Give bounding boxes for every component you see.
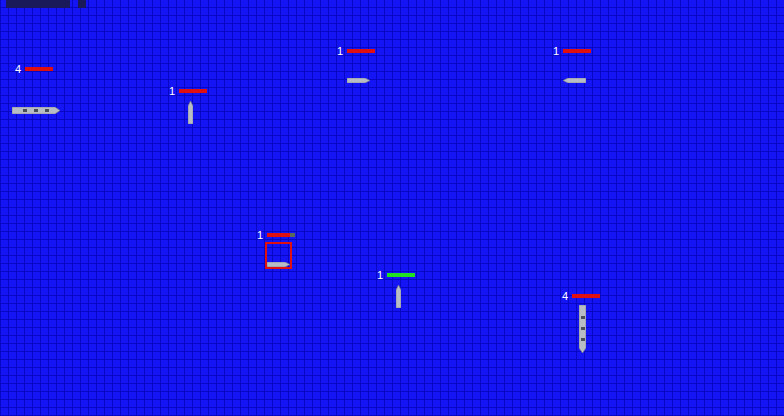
unit-status: 4: [562, 290, 600, 302]
health-bar: [267, 233, 295, 237]
unit-count: 1: [169, 85, 175, 97]
unit-status: 1: [553, 45, 591, 57]
unit-status: 4: [15, 63, 53, 75]
destroyer-icon[interactable]: [563, 68, 586, 92]
health-fill: [387, 273, 415, 277]
selection-box: [265, 242, 292, 269]
health-bar: [347, 49, 375, 53]
unit-count: 1: [337, 45, 343, 57]
health-bar: [387, 273, 415, 277]
unit-status: 1: [377, 269, 415, 281]
health-fill: [572, 294, 600, 298]
sea-map[interactable]: 4 1 1 1 1 1 4: [0, 0, 784, 416]
unit-count: 1: [553, 45, 559, 57]
unit-count: 1: [257, 229, 263, 241]
unit-status: 1: [169, 85, 207, 97]
cruiser-icon[interactable]: [12, 98, 60, 122]
destroyer-icon[interactable]: [396, 284, 401, 308]
health-bar: [25, 67, 53, 71]
cruiser-icon[interactable]: [579, 305, 586, 353]
health-fill: [563, 49, 591, 53]
unit-status: 1: [337, 45, 375, 57]
unit-count: 4: [15, 63, 21, 75]
health-fill: [179, 89, 207, 93]
health-fill: [25, 67, 53, 71]
health-bar: [179, 89, 207, 93]
health-fill: [347, 49, 375, 53]
unit-count: 1: [377, 269, 383, 281]
unit-status: 1: [257, 229, 295, 241]
unit-count: 4: [562, 290, 568, 302]
health-fill: [267, 233, 289, 237]
destroyer-icon[interactable]: [347, 68, 370, 92]
destroyer-icon[interactable]: [188, 100, 193, 124]
top-bar: [6, 0, 70, 8]
top-bar-button[interactable]: [78, 0, 86, 8]
health-bar: [563, 49, 591, 53]
destroyer-icon[interactable]: [267, 252, 290, 276]
health-bar: [572, 294, 600, 298]
